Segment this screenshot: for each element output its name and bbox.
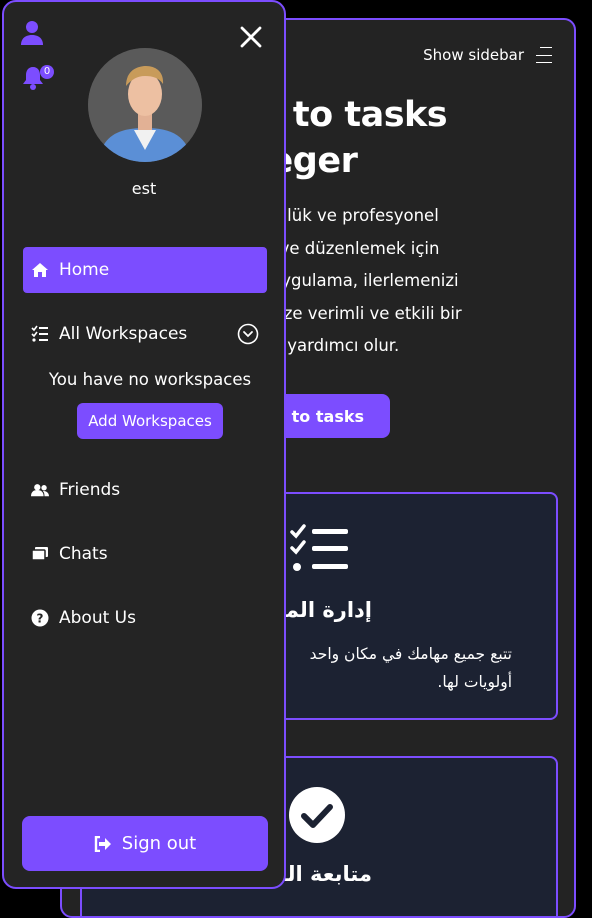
chevron-down-icon[interactable] <box>237 323 259 345</box>
sidebar-item-friends[interactable]: Friends <box>23 467 267 513</box>
sidebar: 0 est Home All Workspaces You have no wo… <box>2 0 286 889</box>
sidebar-item-about[interactable]: ? About Us <box>23 595 267 641</box>
svg-text:?: ? <box>37 612 44 626</box>
sidebar-item-home[interactable]: Home <box>23 247 267 293</box>
sign-out-label: Sign out <box>121 833 197 854</box>
chat-icon <box>31 545 49 563</box>
sidebar-item-label: About Us <box>59 608 136 628</box>
menu-icon <box>536 47 552 63</box>
question-circle-icon: ? <box>31 609 49 627</box>
show-sidebar-label: Show sidebar <box>423 46 524 64</box>
empty-workspaces-text: You have no workspaces <box>48 370 252 389</box>
user-icon[interactable] <box>20 20 44 46</box>
username: est <box>131 179 157 198</box>
show-sidebar-button[interactable]: Show sidebar <box>423 46 552 64</box>
sidebar-item-chats[interactable]: Chats <box>23 531 267 577</box>
avatar <box>88 48 202 162</box>
sidebar-item-label: Home <box>59 260 110 280</box>
sign-out-icon <box>94 835 111 852</box>
home-icon <box>31 261 49 279</box>
add-workspaces-button[interactable]: Add Workspaces <box>77 403 223 439</box>
check-circle-icon <box>289 787 345 843</box>
sidebar-item-label: Chats <box>59 544 108 564</box>
sign-out-button[interactable]: Sign out <box>22 816 268 871</box>
checklist-icon <box>290 524 348 571</box>
sidebar-item-label: Friends <box>59 480 121 500</box>
users-icon <box>31 481 49 499</box>
notification-badge: 0 <box>40 65 54 79</box>
tasks-list-icon <box>31 325 49 343</box>
sidebar-item-workspaces[interactable]: All Workspaces <box>23 311 267 357</box>
sidebar-item-label: All Workspaces <box>59 324 188 344</box>
close-icon[interactable] <box>240 26 262 48</box>
